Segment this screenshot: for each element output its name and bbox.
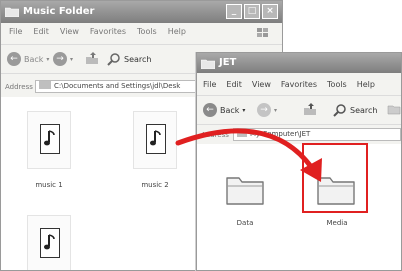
menu-bar: File Edit View Favorites Tools Help (197, 80, 401, 89)
menu-tools[interactable]: Tools (137, 27, 157, 36)
close-button[interactable]: × (262, 4, 278, 19)
menu-file[interactable]: File (9, 27, 22, 36)
music-note-icon (146, 124, 166, 154)
search-icon (107, 53, 120, 66)
music-file-icon[interactable] (27, 111, 71, 169)
forward-arrow-icon: → (53, 52, 67, 66)
window-title: Music Folder (23, 6, 95, 17)
address-label: Address (201, 131, 229, 139)
search-label: Search (350, 105, 378, 115)
chevron-down-icon: ▾ (274, 106, 278, 114)
search-button[interactable]: Search (107, 51, 151, 67)
address-value: C:\Documents and Settings\jdl\Desk (54, 82, 181, 90)
title-bar[interactable]: Music Folder _ □ × (1, 1, 282, 23)
address-value: My Computer\JET (250, 130, 311, 138)
back-label: Back (24, 54, 44, 64)
file-label: music 2 (141, 181, 169, 189)
menu-bar: File Edit View Favorites Tools Help (1, 27, 282, 36)
folder-icon (39, 81, 51, 89)
maximize-icon: □ (247, 6, 257, 16)
forward-button[interactable]: → ▾ (257, 102, 277, 118)
menu-file[interactable]: File (203, 80, 216, 89)
window-title: JET (219, 57, 237, 68)
back-button[interactable]: ← Back ▾ (203, 102, 245, 118)
media-folder-highlight (302, 143, 368, 213)
folder-icon (201, 59, 215, 69)
computer-icon (237, 129, 247, 137)
address-bar: Address My Computer\JET (197, 127, 401, 143)
search-label: Search (124, 54, 152, 64)
menu-tools[interactable]: Tools (327, 80, 347, 89)
folder-label: Data (236, 219, 254, 227)
chevron-down-icon: ▾ (242, 106, 246, 114)
back-button[interactable]: ← Back ▾ (7, 51, 49, 67)
menu-view[interactable]: View (60, 27, 79, 36)
file-label: music 1 (35, 181, 63, 189)
title-bar[interactable]: JET (197, 53, 401, 73)
minimize-button[interactable]: _ (226, 4, 242, 19)
jet-window: JET File Edit View Favorites Tools Help … (196, 52, 402, 271)
minimize-icon: _ (231, 6, 237, 16)
menu-edit[interactable]: Edit (226, 80, 242, 89)
menu-view[interactable]: View (252, 80, 271, 89)
windows-logo-icon (257, 28, 268, 37)
folders-icon[interactable] (387, 102, 401, 116)
menu-help[interactable]: Help (168, 27, 186, 36)
music-file-icon[interactable] (27, 215, 71, 270)
music-note-icon (40, 124, 60, 154)
menu-edit[interactable]: Edit (33, 27, 49, 36)
folder-list: Data Media (197, 144, 401, 270)
forward-arrow-icon: → (257, 103, 271, 117)
menu-favorites[interactable]: Favorites (281, 80, 317, 89)
chevron-down-icon: ▾ (70, 55, 74, 63)
search-button[interactable]: Search (333, 102, 377, 118)
menu-favorites[interactable]: Favorites (90, 27, 126, 36)
back-arrow-icon: ← (7, 52, 21, 66)
back-arrow-icon: ← (203, 103, 217, 117)
search-icon (333, 104, 346, 117)
forward-button[interactable]: → ▾ (53, 51, 73, 67)
folder-icon (5, 7, 19, 17)
toolbar: ← Back ▾ → ▾ Search (197, 95, 401, 125)
address-label: Address (5, 83, 33, 91)
address-field[interactable]: My Computer\JET (233, 128, 401, 141)
chevron-down-icon: ▾ (46, 55, 50, 63)
folder-label: Media (326, 219, 348, 227)
menu-help[interactable]: Help (357, 80, 375, 89)
close-icon: × (266, 6, 274, 16)
maximize-button[interactable]: □ (244, 4, 260, 19)
music-file-icon[interactable] (133, 111, 177, 169)
back-label: Back (220, 105, 240, 115)
up-folder-icon[interactable] (85, 51, 99, 65)
up-folder-icon[interactable] (303, 102, 317, 116)
folder-icon[interactable] (223, 166, 267, 210)
music-note-icon (40, 228, 60, 258)
